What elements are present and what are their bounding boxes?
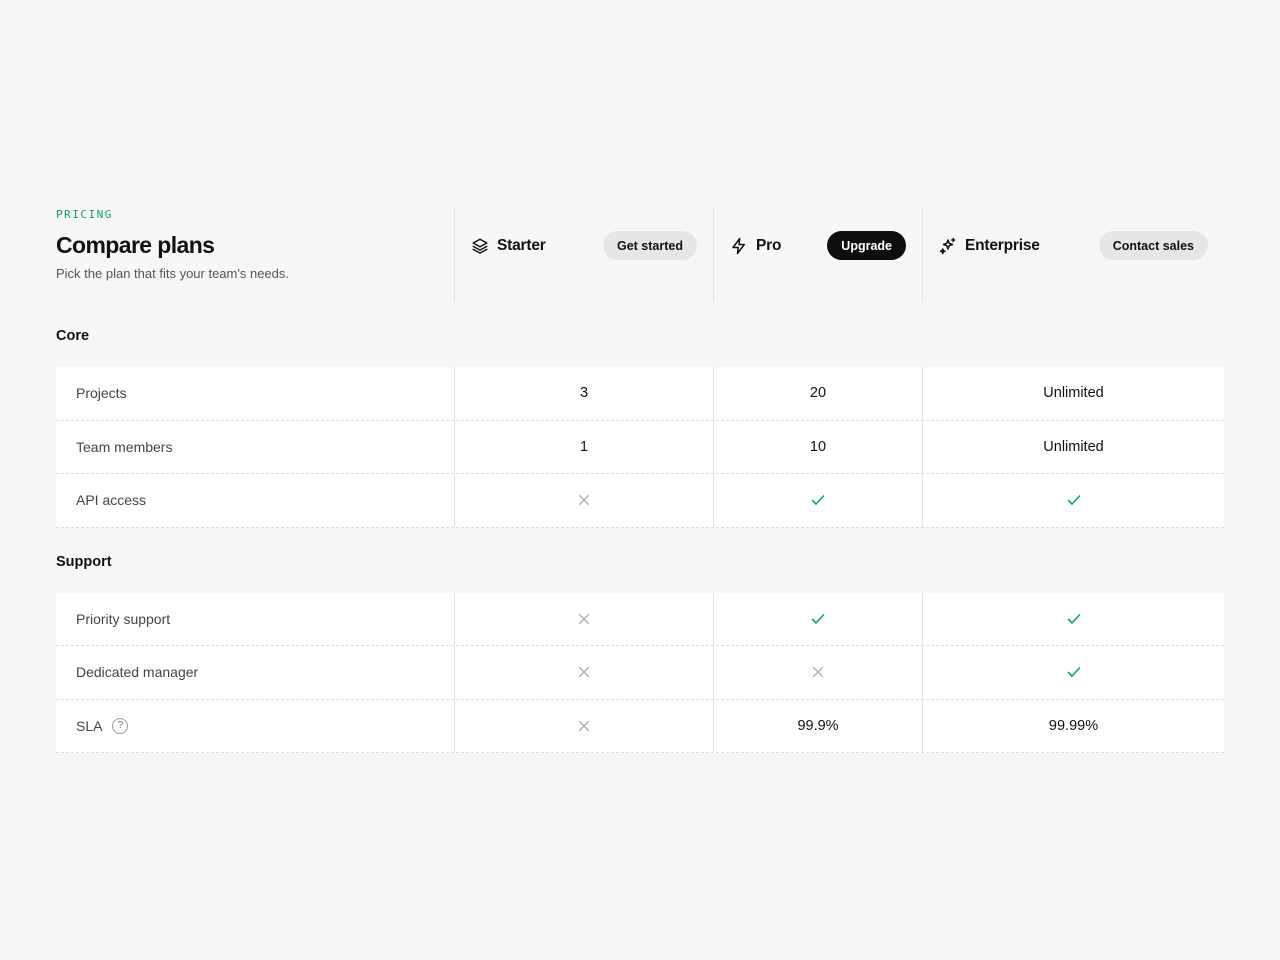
pro-value: 20	[713, 367, 922, 420]
check-icon	[811, 493, 825, 507]
table-row: Projects 3 20 Unlimited	[56, 367, 1224, 421]
row-label: Dedicated manager	[76, 664, 199, 681]
check-icon	[1067, 665, 1081, 679]
plan-header-enterprise: Enterprise Contact sales	[922, 208, 1224, 302]
support-table: Priority support Dedicated manager SLA ?…	[56, 592, 1224, 753]
help-icon[interactable]: ?	[112, 717, 129, 734]
plan-name-starter: Starter	[497, 236, 546, 254]
row-label: API access	[76, 492, 147, 509]
check-icon	[1067, 612, 1081, 626]
table-row: Dedicated manager	[56, 646, 1224, 700]
starter-value: 3	[454, 367, 713, 420]
sparkles-icon	[939, 237, 957, 255]
contact-sales-button[interactable]: Contact sales	[1098, 231, 1208, 260]
compare-plans-container: PRICING Compare plans Pick the plan that…	[56, 208, 1224, 753]
pro-value: 10	[713, 420, 922, 473]
plan-name-pro: Pro	[756, 236, 782, 254]
enterprise-value: Unlimited	[922, 367, 1224, 420]
cross-icon	[577, 719, 591, 733]
enterprise-value: Unlimited	[922, 420, 1224, 473]
cross-icon	[811, 665, 825, 679]
page-subtitle: Pick the plan that fits your team's need…	[56, 266, 289, 281]
lightning-icon	[730, 237, 748, 255]
check-icon	[1067, 493, 1081, 507]
check-icon	[811, 612, 825, 626]
cross-icon	[577, 493, 591, 507]
section-title-support: Support	[56, 553, 112, 570]
get-started-button[interactable]: Get started	[603, 231, 697, 260]
row-label: SLA	[76, 717, 103, 734]
upgrade-button[interactable]: Upgrade	[827, 231, 906, 260]
cross-icon	[577, 665, 591, 679]
plan-header-starter: Starter Get started	[454, 208, 713, 302]
row-label: Team members	[76, 438, 173, 455]
row-label: Priority support	[76, 610, 171, 627]
table-row: SLA ? 99.9% 99.99%	[56, 699, 1224, 753]
plan-header-pro: Pro Upgrade	[713, 208, 922, 302]
page-title: Compare plans	[56, 232, 215, 258]
section-title-core: Core	[56, 328, 90, 344]
starter-value: 1	[454, 420, 713, 473]
plan-name-enterprise: Enterprise	[965, 236, 1040, 254]
core-table: Projects 3 20 Unlimited Team members 1 1…	[56, 367, 1224, 528]
table-row: Priority support	[56, 592, 1224, 646]
enterprise-value: 99.99%	[922, 699, 1224, 752]
table-row: Team members 1 10 Unlimited	[56, 420, 1224, 474]
pricing-header: PRICING Compare plans Pick the plan that…	[56, 208, 1224, 302]
cross-icon	[577, 612, 591, 626]
table-row: API access	[56, 474, 1224, 528]
pro-value: 99.9%	[713, 699, 922, 752]
layers-icon	[471, 237, 489, 255]
intro-block: PRICING Compare plans Pick the plan that…	[56, 208, 454, 302]
row-label: Projects	[76, 385, 127, 402]
eyebrow-label: PRICING	[56, 208, 113, 221]
